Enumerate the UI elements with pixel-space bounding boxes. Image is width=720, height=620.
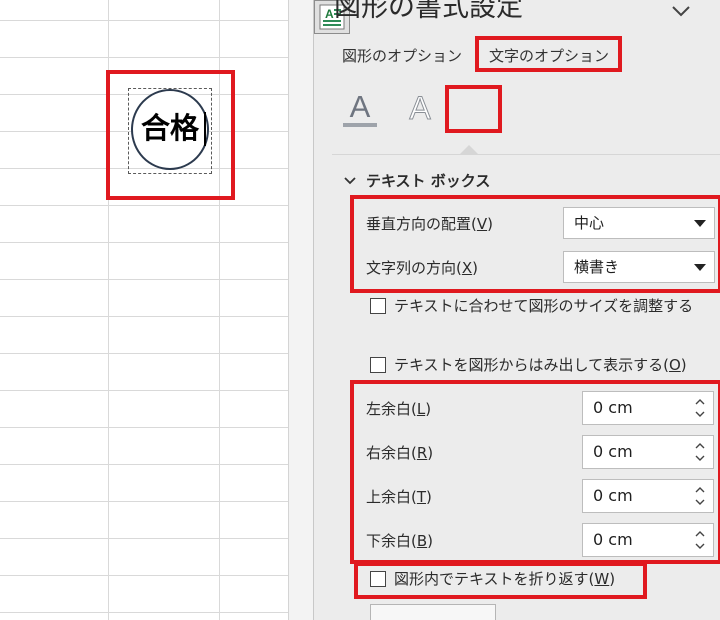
grid-row-line [0, 353, 288, 354]
text-direction-dropdown[interactable]: 横書き [563, 251, 715, 283]
bottom-margin-value: 0 cm [593, 530, 633, 549]
left-margin-input[interactable]: 0 cm [582, 391, 714, 425]
grid-row-line [0, 57, 288, 58]
tab-text-options[interactable]: 文字のオプション [489, 44, 609, 68]
dropdown-arrow-icon [694, 220, 706, 227]
right-margin-value: 0 cm [593, 442, 633, 461]
chevron-down-icon[interactable] [344, 176, 356, 186]
spin-down-icon[interactable] [695, 411, 705, 418]
spin-down-icon[interactable] [695, 455, 705, 462]
grid-row-line [0, 242, 288, 243]
screenshot-root: 合格 図形の書式設定 図形のオプション 文字のオプション A A A テキスト … [0, 0, 720, 620]
spin-down-icon[interactable] [695, 499, 705, 506]
grid-row-line [0, 538, 288, 539]
grid-column-line [108, 0, 109, 620]
grid-row-line [0, 464, 288, 465]
tab-shape-options[interactable]: 図形のオプション [342, 44, 462, 68]
bottom-margin-input[interactable]: 0 cm [582, 523, 714, 557]
grid-row-line [0, 427, 288, 428]
text-direction-label: 文字列の方向(X) [366, 259, 478, 277]
spreadsheet-grid[interactable]: 合格 [0, 0, 288, 620]
svg-text:A: A [325, 7, 334, 21]
grid-row-line [0, 279, 288, 280]
top-margin-value: 0 cm [593, 486, 633, 505]
text-cursor [204, 112, 206, 146]
grid-row-line [0, 575, 288, 576]
grid-row-line [0, 612, 288, 613]
wrap-text-checkbox[interactable] [370, 571, 386, 587]
vertical-alignment-value: 中心 [574, 214, 605, 232]
right-margin-input[interactable]: 0 cm [582, 435, 714, 469]
left-margin-value: 0 cm [593, 398, 633, 417]
grid-row-line [0, 316, 288, 317]
pane-title: 図形の書式設定 [334, 0, 523, 23]
top-margin-input[interactable]: 0 cm [582, 479, 714, 513]
text-fill-icon[interactable]: A [340, 88, 380, 132]
spin-up-icon[interactable] [695, 530, 705, 537]
grid-row-line [0, 501, 288, 502]
left-margin-label: 左余白(L) [366, 400, 432, 418]
grid-row-line [0, 20, 288, 21]
overflow-text-label[interactable]: テキストを図形からはみ出して表示する(O) [394, 354, 687, 376]
format-shape-pane: 図形の書式設定 図形のオプション 文字のオプション A A A テキスト ボック… [314, 0, 720, 620]
pane-splitter[interactable] [288, 0, 314, 620]
resize-shape-checkbox[interactable] [370, 298, 386, 314]
spin-up-icon[interactable] [695, 442, 705, 449]
divider [332, 154, 720, 155]
dropdown-arrow-icon [694, 264, 706, 271]
spin-up-icon[interactable] [695, 486, 705, 493]
grid-column-line [219, 0, 220, 620]
text-direction-value: 横書き [574, 258, 620, 276]
chevron-down-icon[interactable] [668, 0, 694, 24]
active-tab-indicator [460, 145, 478, 154]
shape-text[interactable]: 合格 [131, 106, 209, 150]
wrap-text-label[interactable]: 図形内でテキストを折り返す(W) [394, 568, 615, 590]
top-margin-label: 上余白(T) [366, 488, 432, 506]
text-outline-icon[interactable]: A [400, 88, 440, 132]
partially-visible-button[interactable] [370, 604, 496, 620]
vertical-alignment-dropdown[interactable]: 中心 [563, 207, 715, 239]
resize-shape-label[interactable]: テキストに合わせて図形のサイズを調整する [394, 295, 693, 317]
bottom-margin-label: 下余白(B) [366, 532, 434, 550]
vertical-alignment-label: 垂直方向の配置(V) [366, 215, 493, 233]
grid-row-line [0, 390, 288, 391]
svg-text:A: A [409, 90, 431, 126]
grid-row-line [0, 205, 288, 206]
svg-text:A: A [350, 89, 371, 124]
spin-up-icon[interactable] [695, 398, 705, 405]
spin-down-icon[interactable] [695, 543, 705, 550]
section-header-text-box[interactable]: テキスト ボックス [366, 170, 490, 192]
overflow-text-checkbox[interactable] [370, 357, 386, 373]
right-margin-label: 右余白(R) [366, 444, 434, 462]
